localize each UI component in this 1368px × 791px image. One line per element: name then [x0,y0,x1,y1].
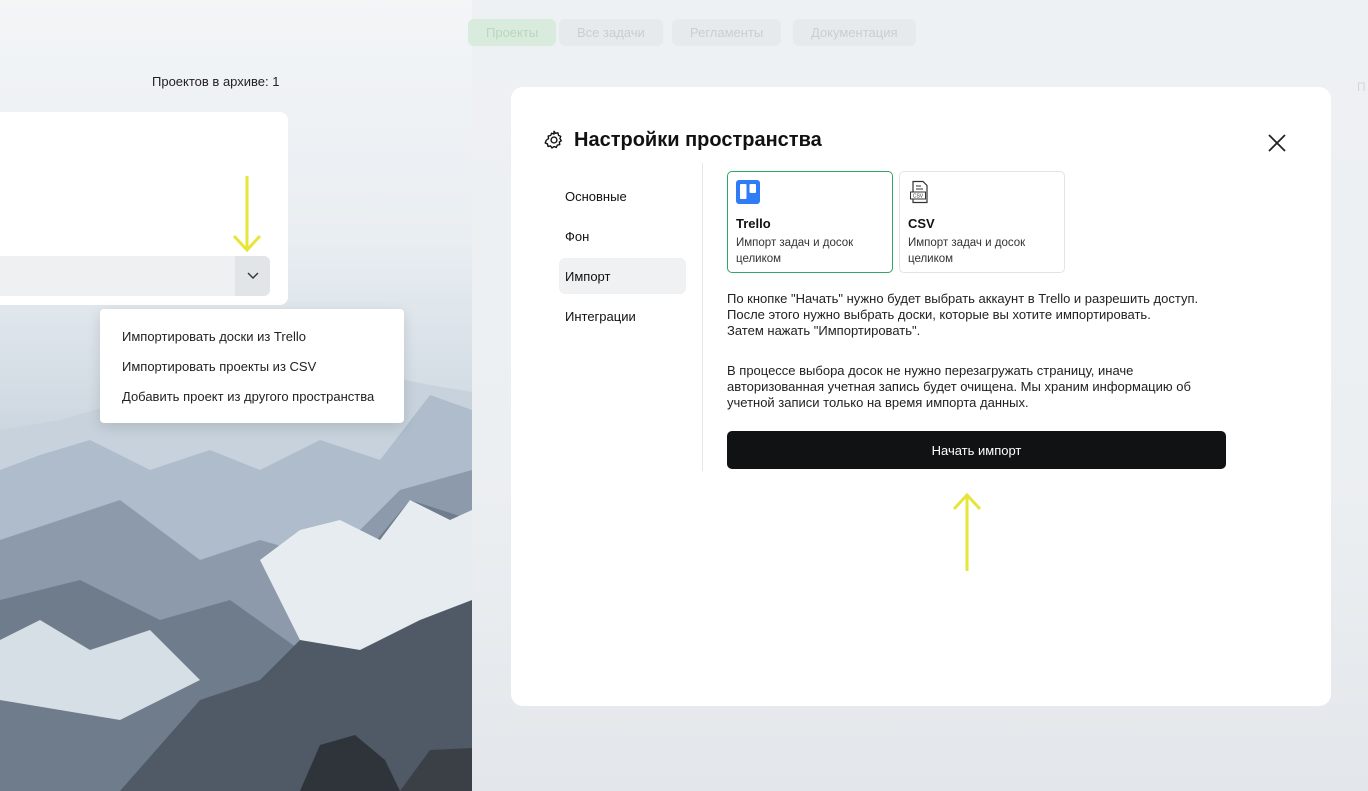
nav-item-general[interactable]: Основные [559,178,686,214]
import-source-csv[interactable]: CSV CSV Импорт задач и досок целиком [899,171,1065,273]
source-name: CSV [908,216,935,231]
bg-tab-all-tasks: Все задачи [559,19,663,46]
space-settings-modal: Настройки пространства Основные Фон Импо… [511,87,1331,706]
annotation-arrow-up [952,492,982,571]
trello-icon [736,180,760,204]
archived-projects-count: Проектов в архиве: 1 [152,74,280,89]
annotation-arrow-down [232,176,262,253]
source-name: Trello [736,216,771,231]
import-options-dropdown-button[interactable] [235,256,270,296]
nav-item-import[interactable]: Импорт [559,258,686,294]
menu-item-import-csv[interactable]: Импортировать проекты из CSV [122,359,316,374]
add-project-field[interactable] [0,256,270,296]
close-icon[interactable] [1265,131,1289,155]
import-options-menu: Импортировать доски из Trello Импортиров… [100,309,404,423]
import-warning: В процессе выбора досок не нужно перезаг… [727,363,1191,410]
import-source-trello[interactable]: Trello Импорт задач и досок целиком [727,171,893,273]
source-description: Импорт задач и досок целиком [736,237,854,265]
gear-icon [544,130,563,149]
bg-tab-documentation: Документация [793,19,916,46]
chevron-down-icon [247,272,258,279]
menu-item-add-from-other-space[interactable]: Добавить проект из другого пространства [122,389,374,404]
nav-item-background[interactable]: Фон [559,218,686,254]
import-instructions: По кнопке "Начать" нужно будет выбрать а… [727,291,1199,338]
start-import-button[interactable]: Начать импорт [727,431,1226,469]
nav-item-integrations[interactable]: Интеграции [559,298,686,334]
source-description: Импорт задач и досок целиком [908,237,1026,265]
svg-text:CSV: CSV [913,194,924,200]
bg-tab-regulations: Регламенты [672,19,782,46]
bg-tab-projects: Проекты [468,19,557,46]
nav-divider [702,163,703,471]
csv-file-icon: CSV [910,180,928,204]
bg-corner-text: П [1357,80,1366,94]
menu-item-import-trello[interactable]: Импортировать доски из Trello [122,329,306,344]
modal-title: Настройки пространства [574,129,822,151]
